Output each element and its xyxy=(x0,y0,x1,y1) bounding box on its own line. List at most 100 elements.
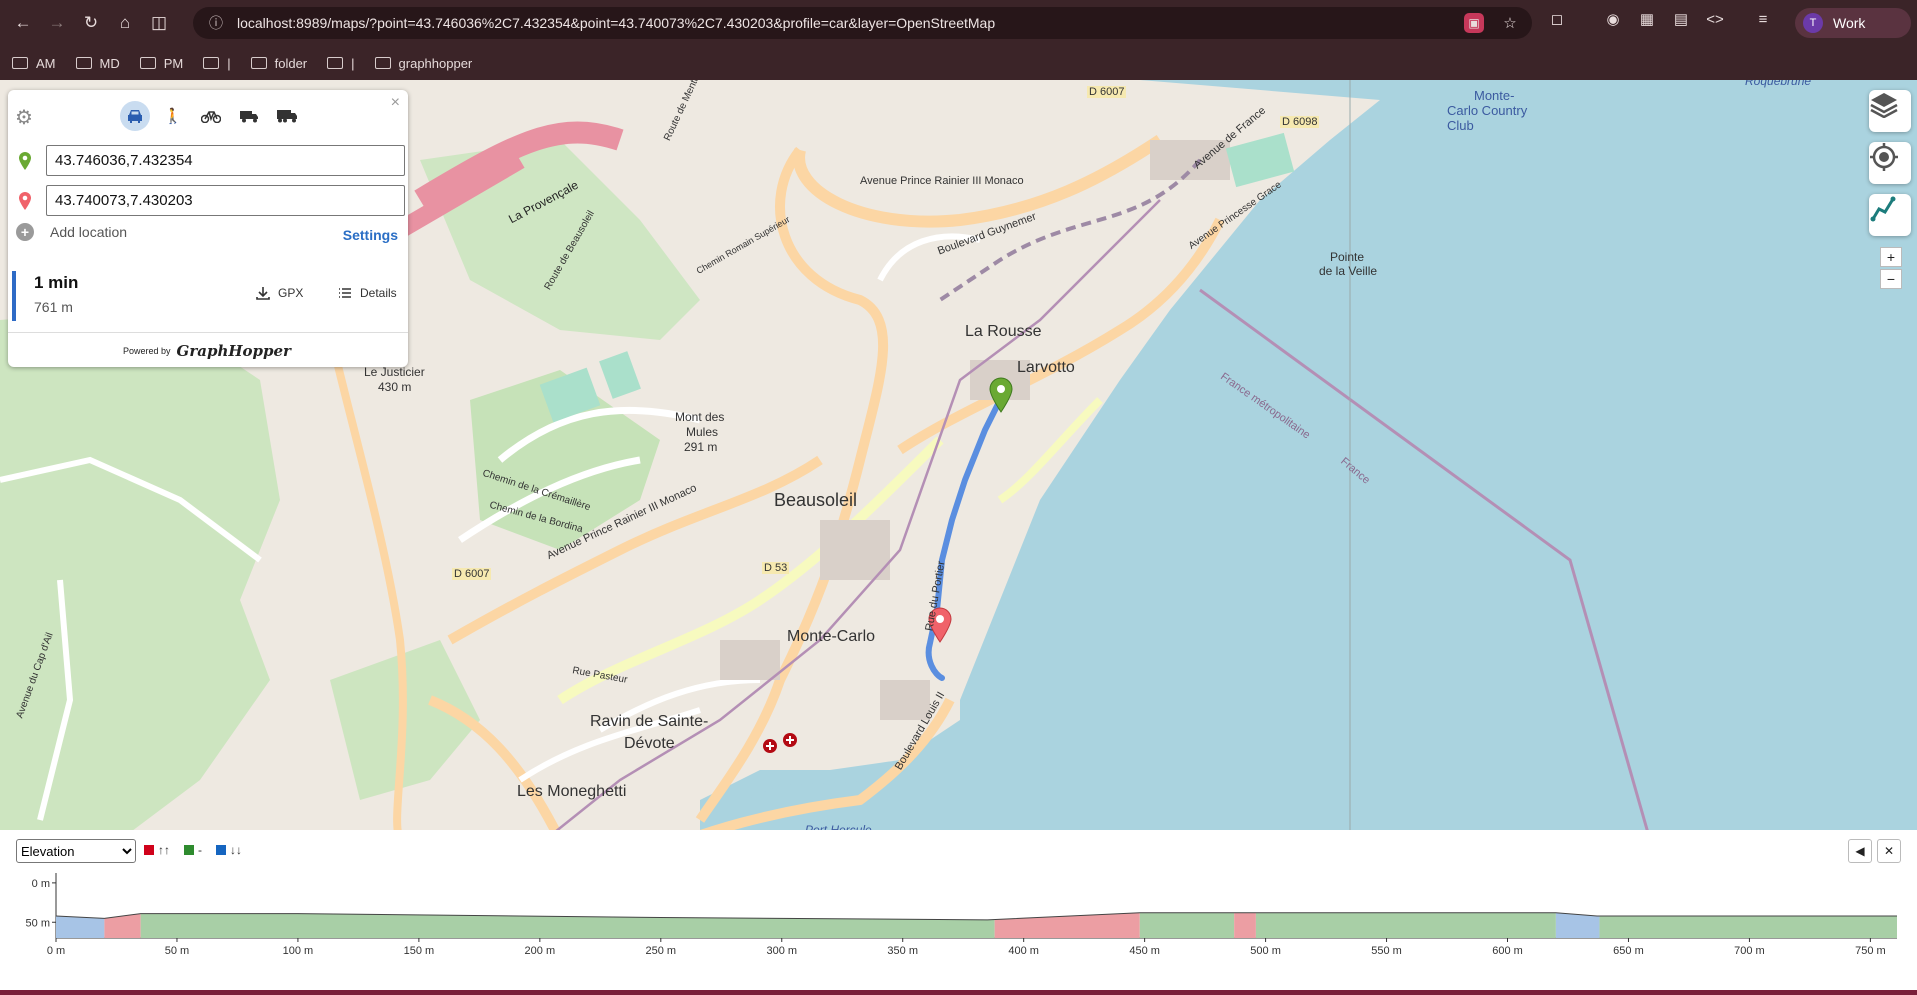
profile-button[interactable]: T Work xyxy=(1795,8,1911,38)
media-icon[interactable]: ≡ xyxy=(1751,7,1775,31)
large-truck-icon[interactable] xyxy=(272,101,302,131)
forward-icon[interactable]: → xyxy=(40,6,74,40)
start-location-row: 43.746036,7.432354 xyxy=(14,145,406,177)
route-panel: × ⚙ 🚶 43.746036,7.432354 43.740073,7.430… xyxy=(8,90,408,367)
map-label: Beausoleil xyxy=(774,490,858,510)
elevation-segment xyxy=(140,913,995,938)
tab-search-icon[interactable]: ▤ xyxy=(1669,7,1693,31)
gear-icon[interactable]: ⚙ xyxy=(15,105,33,130)
map-label: Ravin de Sainte- xyxy=(590,713,709,730)
x-tick-label: 50 m xyxy=(165,945,189,957)
x-tick-label: 100 m xyxy=(283,945,314,957)
x-tick-label: 550 m xyxy=(1371,945,1402,957)
legend-swatch xyxy=(216,845,226,855)
start-location-input[interactable]: 43.746036,7.432354 xyxy=(46,145,405,176)
back-icon[interactable]: ← xyxy=(6,6,40,40)
profile-name: Work xyxy=(1833,15,1866,31)
bookmark-folder-am[interactable]: AM xyxy=(12,56,56,71)
map-label: de la Veille xyxy=(1319,264,1378,278)
zoom-in-button[interactable]: + xyxy=(1880,247,1902,267)
folder-icon xyxy=(139,57,156,69)
powered-by[interactable]: Powered by GraphHopper xyxy=(123,342,291,360)
map-label: D 6098 xyxy=(1280,116,1320,128)
collapse-elevation-button[interactable]: ◀ xyxy=(1848,839,1872,863)
url-text[interactable]: localhost:8989/maps/?point=43.746036%2C7… xyxy=(237,15,995,31)
map-label: 430 m xyxy=(378,380,412,394)
folder-icon xyxy=(203,57,220,69)
gpx-button[interactable]: GPX xyxy=(256,286,303,300)
x-tick-label: 250 m xyxy=(646,945,677,957)
truck-icon[interactable] xyxy=(234,101,264,131)
x-tick-label: 150 m xyxy=(404,945,435,957)
bookmark-folder-md[interactable]: MD xyxy=(75,56,120,71)
incognito-icon[interactable]: ◉ xyxy=(1601,7,1625,31)
bookmark-folder-folder[interactable]: folder xyxy=(250,56,307,71)
panel-divider xyxy=(8,332,408,333)
elevation-chart[interactable]: 50 m 0 m 0 m 50 m 100 m 150 m 200 m 250 m 300 m 3… xyxy=(0,870,1917,990)
x-tick-label: 350 m xyxy=(887,945,918,957)
layers-icon xyxy=(1870,93,1898,118)
translate-icon[interactable]: ▦ xyxy=(1635,7,1659,31)
cast-icon[interactable]: ▣ xyxy=(1464,13,1484,33)
foot-icon[interactable]: 🚶 xyxy=(158,101,188,131)
devtools-icon[interactable]: <> xyxy=(1703,7,1727,31)
extensions-icon[interactable]: ◻ xyxy=(1545,7,1569,31)
elevation-legend: ↑↑ - ↓↓ xyxy=(144,843,242,857)
map-label: Mules xyxy=(686,425,719,439)
elevation-segment xyxy=(1234,912,1256,938)
bookmark-star-icon[interactable]: ☆ xyxy=(1498,11,1522,35)
home-icon[interactable]: ⌂ xyxy=(108,6,142,40)
x-tick-label: 450 m xyxy=(1129,945,1160,957)
crosshair-icon xyxy=(1870,143,1898,171)
elevation-toggle-button[interactable] xyxy=(1869,194,1911,236)
map-label: D 6007 xyxy=(452,568,492,580)
layers-button[interactable] xyxy=(1869,90,1911,132)
settings-link[interactable]: Settings xyxy=(343,227,398,243)
route-result[interactable]: 1 min 761 m GPX Details xyxy=(12,271,404,321)
close-icon[interactable]: × xyxy=(391,94,400,112)
map-label: Carlo Country xyxy=(1447,103,1528,118)
close-elevation-button[interactable]: ✕ xyxy=(1877,839,1901,863)
legend-item-up: ↑↑ xyxy=(144,843,170,857)
elevation-segment xyxy=(56,915,105,938)
locate-button[interactable] xyxy=(1869,142,1911,184)
y-tick-label: 50 m xyxy=(26,917,50,929)
map-label: Pointe xyxy=(1330,250,1365,264)
reload-icon[interactable]: ↻ xyxy=(74,6,108,40)
car-icon[interactable] xyxy=(120,101,150,131)
x-tick-label: 650 m xyxy=(1613,945,1644,957)
x-tick-label: 600 m xyxy=(1492,945,1523,957)
elevation-segment xyxy=(1555,912,1600,938)
address-bar[interactable]: ⓘ localhost:8989/maps/?point=43.746036%2… xyxy=(193,7,1532,39)
avatar: T xyxy=(1803,13,1823,33)
bookmark-folder-graphhopper[interactable]: graphhopper xyxy=(374,56,472,71)
x-tick-label: 700 m xyxy=(1734,945,1765,957)
bookmark-folder-bar-2[interactable]: | xyxy=(327,56,355,71)
start-marker-icon[interactable] xyxy=(988,377,1014,413)
map-label: Dévote xyxy=(624,735,675,752)
folder-icon xyxy=(327,57,344,69)
x-tick-label: 300 m xyxy=(766,945,797,957)
bookmark-folder-bar[interactable]: | xyxy=(203,56,231,71)
gpx-label: GPX xyxy=(278,286,304,300)
elevation-segment xyxy=(1139,912,1235,938)
folder-icon xyxy=(12,57,28,69)
legend-swatch xyxy=(184,845,194,855)
add-location-button[interactable]: + Add location xyxy=(16,223,127,241)
bike-icon[interactable] xyxy=(196,101,226,131)
elevation-select[interactable]: Elevation xyxy=(16,839,136,863)
powered-by-label: Powered by xyxy=(123,346,171,356)
end-pin-icon xyxy=(14,191,36,211)
end-location-input[interactable]: 43.740073,7.430203 xyxy=(46,185,405,216)
details-button[interactable]: Details xyxy=(338,286,397,300)
add-icon: + xyxy=(16,223,34,241)
site-info-icon[interactable]: ⓘ xyxy=(201,13,231,33)
window-border xyxy=(0,990,1917,995)
elevation-segment xyxy=(1255,912,1556,938)
x-tick-label: 200 m xyxy=(525,945,556,957)
y-tick-label: 0 m xyxy=(32,878,50,890)
bookmark-folder-pm[interactable]: PM xyxy=(139,56,183,71)
map-label: Monte-Carlo xyxy=(787,628,876,645)
zoom-out-button[interactable]: − xyxy=(1880,269,1902,289)
sidebar-icon[interactable]: ◫ xyxy=(142,6,176,40)
